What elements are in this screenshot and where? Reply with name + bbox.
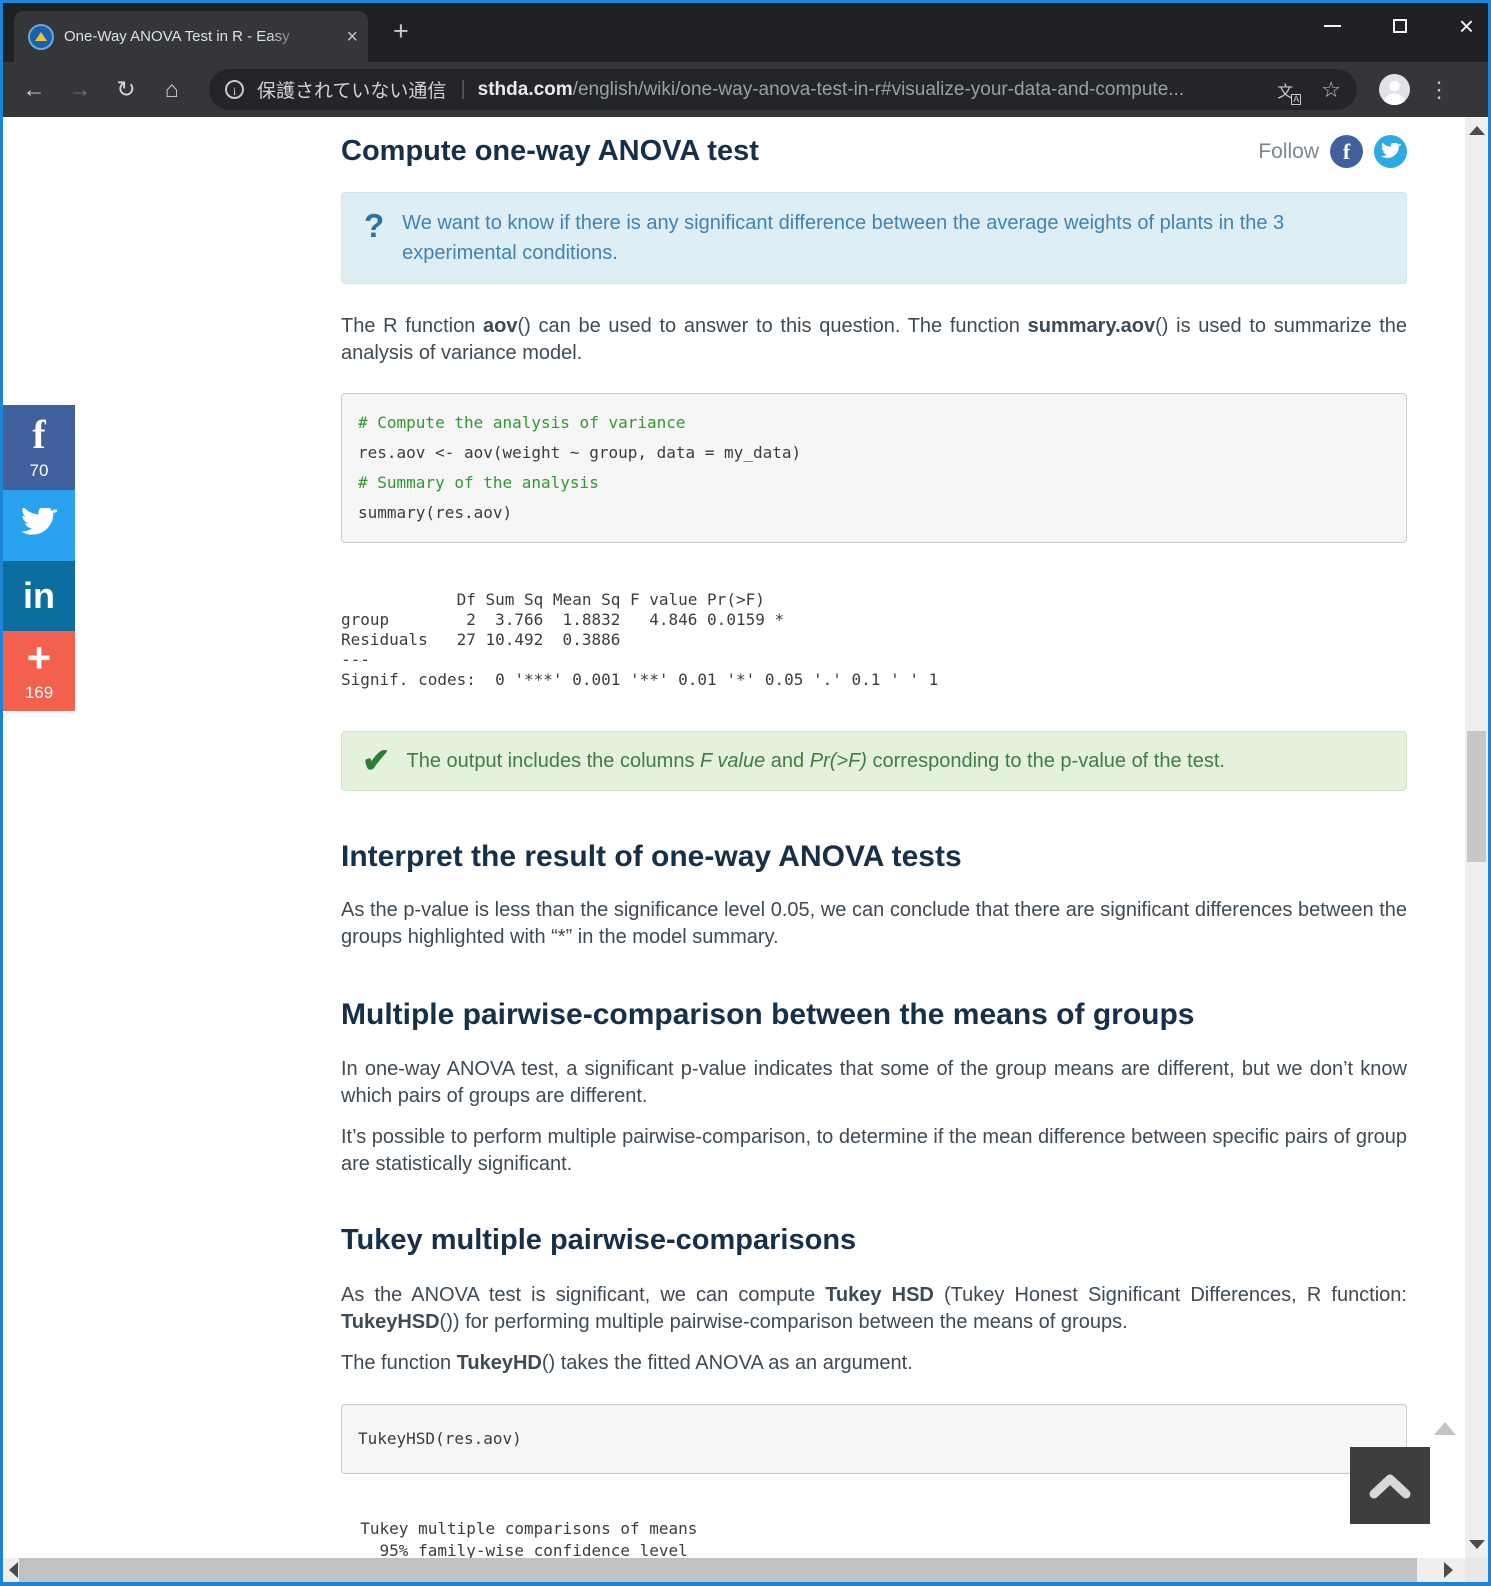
home-icon[interactable]: ⌂ [149,76,195,103]
code-line: # Compute the analysis of variance [358,413,686,432]
page-bottom-up-arrow-icon [1434,1422,1456,1435]
scrollbar-left-arrow-icon[interactable] [9,1562,18,1578]
paragraph-pairwise-2: It’s possible to perform multiple pairwi… [341,1126,1407,1175]
facebook-share-button[interactable]: f 70 [3,405,75,490]
url-path: /english/wiki/one-way-anova-test-in-r#vi… [572,78,1185,100]
success-callout: ✔ The output includes the columns F valu… [341,731,1407,791]
sthda-favicon-icon [28,23,54,50]
bookmark-star-icon[interactable]: ☆ [1321,78,1341,101]
browser-tab-strip: One-Way ANOVA Test in R - Easy × + × [3,3,1488,62]
browser-toolbar: ← → ↻ ⌂ i 保護されていない通信 | sthda.com /englis… [3,62,1488,117]
vertical-scrollbar-thumb[interactable] [1467,731,1486,862]
horizontal-scrollbar[interactable] [3,1558,1465,1582]
paragraph-tukey-1: As the ANOVA test is significant, we can… [341,1284,1407,1333]
scroll-to-top-button[interactable] [1350,1447,1430,1524]
code-block-tukey: TukeyHSD(res.aov) [341,1404,1407,1474]
vertical-scrollbar[interactable] [1465,117,1488,1558]
url-separator: | [460,78,466,100]
scrollbar-corner [1465,1558,1488,1582]
window-minimize-button[interactable] [1323,25,1341,27]
paragraph-interpret: As the p-value is less than the signific… [341,899,1407,948]
code-block-aov: # Compute the analysis of variance res.a… [341,393,1407,543]
follow-label: Follow [1258,139,1319,163]
browser-menu-icon[interactable]: ⋮ [1428,78,1450,101]
scrollbar-down-arrow-icon[interactable] [1469,1540,1485,1549]
anova-summary-output: Df Sum Sq Mean Sq F value Pr(>F) group 2… [341,590,939,689]
plus-share-icon: + [26,634,52,682]
success-callout-text: The output includes the columns F value … [406,749,1225,772]
section-heading-compute-anova: Compute one-way ANOVA test [341,135,759,167]
paragraph-pairwise-1: In one-way ANOVA test, a significant p-v… [341,1058,1407,1107]
follow-twitter-icon[interactable] [1374,135,1407,168]
info-callout-text: We want to know if there is any signific… [402,212,1285,264]
scrollbar-right-arrow-icon[interactable] [1444,1562,1453,1578]
window-maximize-button[interactable] [1392,19,1407,33]
more-share-button[interactable]: + 169 [3,631,75,711]
code-line: summary(res.aov) [358,503,513,522]
article-content: Compute one-way ANOVA test Follow f ? We… [341,117,1407,1558]
browser-tab[interactable]: One-Way ANOVA Test in R - Easy × [14,11,368,62]
chevron-up-icon [1369,1474,1411,1498]
checkmark-icon: ✔ [362,742,391,780]
window-close-button[interactable]: × [1459,13,1474,39]
code-line: # Summary of the analysis [358,473,599,492]
page-info-icon[interactable]: i [225,80,244,99]
horizontal-scrollbar-thumb[interactable] [19,1558,1417,1582]
address-bar[interactable]: i 保護されていない通信 | sthda.com /english/wiki/o… [209,69,1357,110]
profile-avatar[interactable] [1379,74,1410,106]
tab-close-icon[interactable]: × [346,27,358,47]
section-heading-interpret: Interpret the result of one-way ANOVA te… [341,840,962,873]
forward-icon[interactable]: → [57,76,103,103]
tukey-output: Tukey multiple comparisons of means 95% … [360,1519,698,1558]
question-mark-icon: ? [364,207,385,244]
code-line: res.aov <- aov(weight ~ group, data = my… [358,443,802,462]
back-icon[interactable]: ← [11,76,57,103]
total-share-count: 169 [24,682,54,702]
social-share-sidebar: f 70 in + 169 [3,405,75,711]
translate-icon[interactable]: 文 [1277,78,1302,105]
linkedin-icon: in [23,575,55,616]
security-status-label: 保護されていない通信 [257,81,447,102]
facebook-icon: f [32,411,46,457]
twitter-share-button[interactable] [3,490,75,561]
paragraph-aov: The R function aov() can be used to answ… [341,315,1407,364]
follow-facebook-icon[interactable]: f [1330,135,1363,168]
new-tab-button[interactable]: + [393,18,409,45]
url-host: sthda.com [477,78,573,100]
twitter-bird-icon [21,505,58,543]
page-viewport: f 70 in + 169 Compute one-way ANOVA test… [3,117,1465,1558]
code-line: TukeyHSD(res.aov) [358,1429,522,1448]
tab-title: One-Way ANOVA Test in R - Easy [64,28,290,45]
info-callout: ? We want to know if there is any signif… [341,192,1407,284]
reload-icon[interactable]: ↻ [103,76,149,103]
scrollbar-up-arrow-icon[interactable] [1469,126,1485,135]
linkedin-share-button[interactable]: in [3,561,75,631]
section-heading-tukey: Tukey multiple pairwise-comparisons [341,1224,857,1256]
facebook-share-count: 70 [29,460,49,480]
paragraph-tukey-2: The function TukeyHD() takes the fitted … [341,1352,913,1374]
section-heading-pairwise: Multiple pairwise-comparison between the… [341,998,1195,1031]
